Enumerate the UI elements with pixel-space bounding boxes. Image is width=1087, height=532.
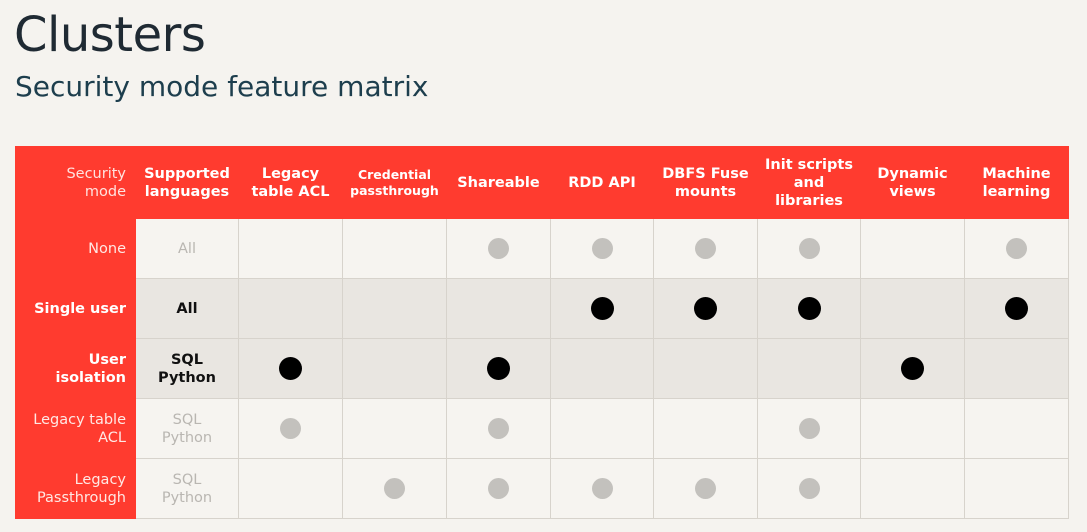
cell-init-scripts [757, 218, 861, 279]
cell-init-scripts [757, 278, 861, 339]
cell-rdd-api [550, 218, 654, 279]
cell-shareable [446, 278, 551, 339]
supported-dot-icon [901, 357, 924, 380]
cell-dynamic-views [860, 458, 965, 519]
row-security-mode-label: Legacy table ACL [15, 398, 136, 459]
cell-dynamic-views [860, 338, 965, 399]
cell-legacy-table-acl [238, 398, 343, 459]
cell-dbfs-fuse-mounts [653, 398, 758, 459]
feature-matrix-table: Security mode Supported languages Legacy… [15, 146, 1069, 519]
cell-credential-passthrough [342, 278, 447, 339]
partial-dot-icon [798, 238, 820, 259]
header-init-scripts-and-libraries: Init scripts and libraries [757, 146, 861, 219]
partial-dot-icon [384, 478, 405, 499]
header-dbfs-fuse-mounts: DBFS Fuse mounts [653, 146, 758, 219]
row-security-mode-label: Legacy Passthrough [15, 458, 136, 519]
row-supported-languages: SQL Python [135, 398, 239, 459]
cell-dynamic-views [860, 278, 965, 339]
header-row: Security mode Supported languages Legacy… [15, 146, 1069, 219]
cell-credential-passthrough [342, 338, 447, 399]
header-credential-passthrough: Credential passthrough [342, 146, 447, 219]
cell-dynamic-views [860, 218, 965, 279]
cell-shareable [446, 458, 551, 519]
partial-dot-icon [488, 238, 509, 259]
cell-dbfs-fuse-mounts [653, 218, 758, 279]
cell-legacy-table-acl [238, 458, 343, 519]
partial-dot-icon [591, 478, 613, 499]
partial-dot-icon [280, 418, 301, 439]
cell-legacy-table-acl [238, 278, 343, 339]
supported-dot-icon [590, 297, 614, 320]
supported-dot-icon [1005, 297, 1028, 320]
row-supported-languages: All [135, 218, 239, 279]
header-shareable: Shareable [446, 146, 551, 219]
partial-dot-icon [1006, 238, 1027, 259]
partial-dot-icon [798, 418, 820, 439]
row-supported-languages: SQL Python [135, 338, 239, 399]
cell-init-scripts [757, 398, 861, 459]
cell-machine-learning [964, 278, 1069, 339]
matrix-row-none: None All [15, 218, 1069, 279]
partial-dot-icon [695, 238, 716, 259]
supported-dot-icon [487, 357, 510, 380]
header-machine-learning: Machine learning [964, 146, 1069, 219]
header-rdd-api: RDD API [550, 146, 654, 219]
matrix-row-legacy-passthrough: Legacy Passthrough SQL Python [15, 458, 1069, 519]
row-supported-languages: All [135, 278, 239, 339]
matrix-body: None All Single user All User isolation SQL Py… [15, 218, 1069, 519]
cell-shareable [446, 218, 551, 279]
cell-rdd-api [550, 338, 654, 399]
partial-dot-icon [488, 478, 509, 499]
cell-credential-passthrough [342, 218, 447, 279]
slide: Clusters Security mode feature matrix Se… [0, 0, 1087, 532]
supported-dot-icon [279, 357, 302, 380]
cell-credential-passthrough [342, 458, 447, 519]
cell-shareable [446, 398, 551, 459]
supported-dot-icon [797, 297, 821, 320]
cell-rdd-api [550, 458, 654, 519]
row-security-mode-label: None [15, 218, 136, 279]
cell-init-scripts [757, 458, 861, 519]
header-security-mode: Security mode [15, 146, 136, 219]
partial-dot-icon [591, 238, 613, 259]
matrix-row-single-user: Single user All [15, 278, 1069, 339]
partial-dot-icon [488, 418, 509, 439]
cell-machine-learning [964, 398, 1069, 459]
matrix-row-legacy-table-acl: Legacy table ACL SQL Python [15, 398, 1069, 459]
header-dynamic-views: Dynamic views [860, 146, 965, 219]
row-security-mode-label: Single user [15, 278, 136, 339]
cell-dynamic-views [860, 398, 965, 459]
matrix-row-user-isolation: User isolation SQL Python [15, 338, 1069, 399]
partial-dot-icon [798, 478, 820, 499]
cell-init-scripts [757, 338, 861, 399]
slide-subtitle: Security mode feature matrix [15, 70, 429, 103]
row-security-mode-label: User isolation [15, 338, 136, 399]
cell-credential-passthrough [342, 398, 447, 459]
slide-title: Clusters [14, 7, 206, 63]
cell-dbfs-fuse-mounts [653, 458, 758, 519]
cell-shareable [446, 338, 551, 399]
cell-rdd-api [550, 278, 654, 339]
partial-dot-icon [695, 478, 716, 499]
row-supported-languages: SQL Python [135, 458, 239, 519]
cell-dbfs-fuse-mounts [653, 278, 758, 339]
header-supported-languages: Supported languages [135, 146, 239, 219]
header-legacy-table-acl: Legacy table ACL [238, 146, 343, 219]
cell-machine-learning [964, 458, 1069, 519]
cell-machine-learning [964, 338, 1069, 399]
cell-machine-learning [964, 218, 1069, 279]
cell-rdd-api [550, 398, 654, 459]
cell-legacy-table-acl [238, 218, 343, 279]
supported-dot-icon [694, 297, 717, 320]
cell-dbfs-fuse-mounts [653, 338, 758, 399]
cell-legacy-table-acl [238, 338, 343, 399]
